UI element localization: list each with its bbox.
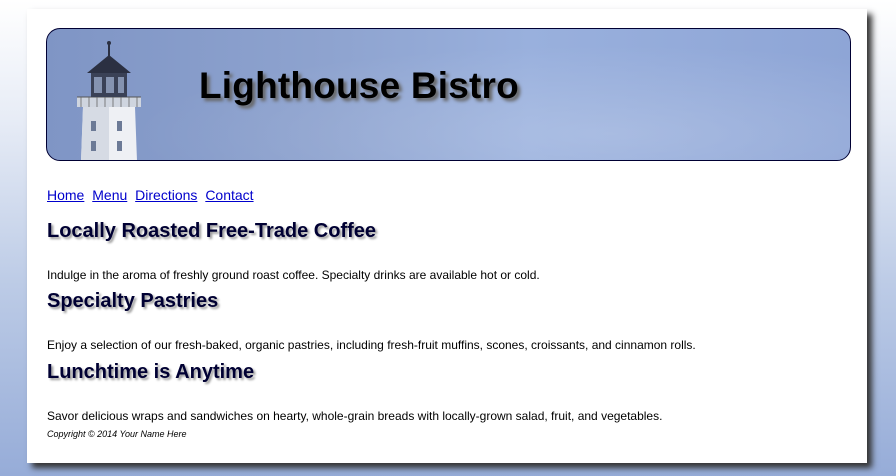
site-title: Lighthouse Bistro	[199, 65, 519, 106]
nav-link-contact[interactable]: Contact	[205, 187, 253, 203]
nav-link-home[interactable]: Home	[47, 187, 84, 203]
section-text: Indulge in the aroma of freshly ground r…	[47, 268, 540, 282]
nav-bar: Home Menu Directions Contact	[47, 187, 258, 203]
section-text: Enjoy a selection of our fresh-baked, or…	[47, 338, 696, 352]
nav-link-menu[interactable]: Menu	[92, 187, 127, 203]
footer-copyright: Copyright © 2014 Your Name Here	[47, 429, 187, 439]
section-heading: Locally Roasted Free-Trade Coffee	[47, 220, 376, 242]
header-banner: Lighthouse Bistro	[46, 28, 851, 161]
page-container: Lighthouse Bistro Home Menu Directions C…	[27, 9, 867, 463]
section-heading: Specialty Pastries	[47, 290, 219, 312]
section-text: Savor delicious wraps and sandwiches on …	[47, 409, 663, 423]
lighthouse-image	[77, 41, 141, 160]
nav-link-directions[interactable]: Directions	[135, 187, 197, 203]
section-heading: Lunchtime is Anytime	[47, 361, 255, 383]
